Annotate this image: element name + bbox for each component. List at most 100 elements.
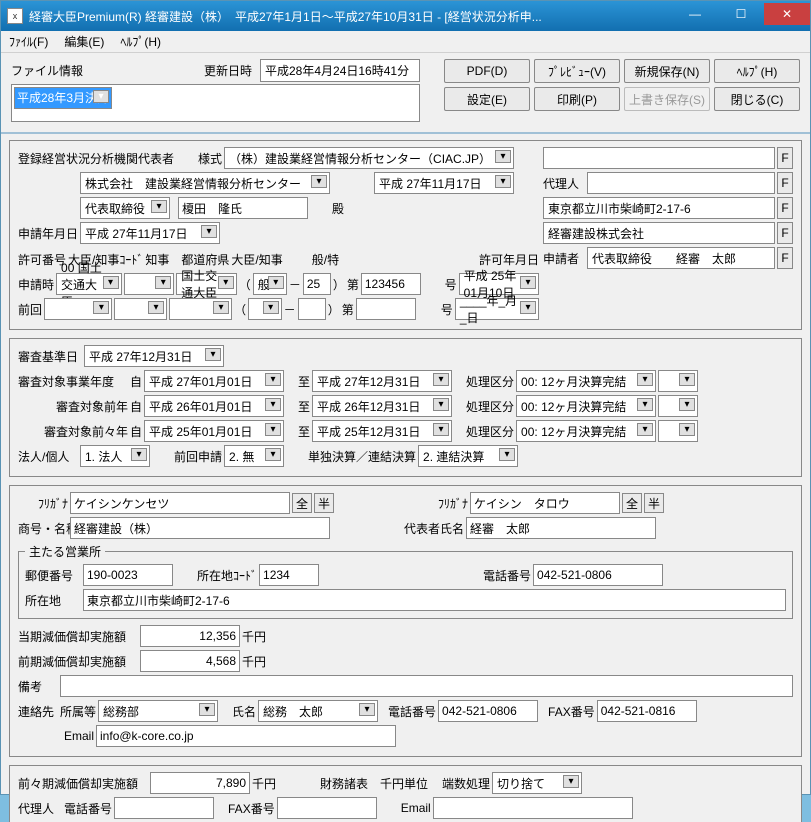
close-button[interactable]: ✕ [764,3,810,25]
minister-label: 大臣/知事 [231,251,309,268]
r-f5[interactable]: F [777,247,793,269]
agent-fax-input[interactable] [277,797,377,819]
loc-code-label: 所在地ｺｰﾄﾞ [197,567,257,584]
app-prefecture[interactable] [124,273,175,295]
zip-input[interactable] [83,564,173,586]
zen-btn1[interactable]: 全 [292,493,312,513]
close-form-button[interactable]: 閉じる(C) [714,87,800,111]
help-button[interactable]: ﾍﾙﾌﾟ(H) [714,59,800,83]
note-input[interactable] [60,675,793,697]
y2-to[interactable]: 平成 25年12月31日 [312,420,452,442]
app-date-select[interactable]: 平成 27年11月17日 [80,222,220,244]
y1-to[interactable]: 平成 26年12月31日 [312,395,452,417]
consol-select[interactable]: 2. 連結決算 [418,445,518,467]
loc-input[interactable] [83,589,786,611]
menu-file[interactable]: ﾌｧｲﾙ(F) [5,31,52,52]
app-general[interactable]: 般 [253,273,287,295]
r-f4[interactable]: F [777,222,793,244]
dept-select[interactable]: 総務部 [98,700,218,722]
prev-general[interactable] [248,298,282,320]
r-address[interactable]: 東京都立川市柴崎町2-17-6 [543,197,775,219]
prev-minister[interactable] [169,298,232,320]
consol-label: 単独決算／連結決算 [308,448,416,465]
rep-name-input2[interactable] [466,517,656,539]
window-title: 経審大臣Premium(R) 経審建設（株） 平成27年1月1日～平成27年10… [29,8,672,25]
r-f1[interactable]: F [777,147,793,169]
dep3-input[interactable] [150,772,250,794]
r-blank1[interactable] [543,147,775,169]
ctel-input[interactable] [438,700,538,722]
fax-input[interactable] [597,700,697,722]
tel-input[interactable] [533,564,663,586]
settings-button[interactable]: 設定(E) [444,87,530,111]
corp-select[interactable]: 1. 法人 [80,445,150,467]
r-f2[interactable]: F [777,172,793,194]
r-rep[interactable]: 代表取締役 経審 太郎 [587,247,775,269]
han-btn2[interactable]: 半 [644,493,664,513]
han-btn1[interactable]: 半 [314,493,334,513]
file-list[interactable]: 平成28年3月決算 [11,84,420,122]
prev-prefecture[interactable] [114,298,167,320]
y0-extra[interactable] [658,370,698,392]
dep2-input[interactable] [140,650,240,672]
minimize-button[interactable]: — [672,3,718,25]
prev-app-select[interactable]: 2. 無 [224,445,284,467]
titlebar: x 経審大臣Premium(R) 経審建設（株） 平成27年1月1日～平成27年… [1,1,810,31]
prev-minister-code[interactable] [44,298,112,320]
r-company[interactable]: 経審建設株式会社 [543,222,775,244]
y2-extra[interactable] [658,420,698,442]
date1-select[interactable]: 平成 27年11月17日 [374,172,514,194]
print-button[interactable]: 印刷(P) [534,87,620,111]
app-minister[interactable]: 国土交通大臣 [176,273,237,295]
email-input[interactable] [96,725,396,747]
maximize-button[interactable]: ☐ [718,3,764,25]
title-select[interactable]: 代表取締役 [80,197,170,219]
app-minister-code[interactable]: 00 国土交通大臣 [56,273,122,295]
prev-permit-date[interactable]: ____年_月_日 [455,298,539,320]
r-agent[interactable] [587,172,775,194]
agent-tel-input[interactable] [114,797,214,819]
y2-from[interactable]: 平成 25年01月01日 [144,420,284,442]
app-no-a[interactable] [303,273,331,295]
y0-proc[interactable]: 00: 12ヶ月決算完結 [516,370,656,392]
rep-name-input[interactable] [178,197,308,219]
file-info-label: ファイル情報 [11,62,204,79]
y0-to[interactable]: 平成 27年12月31日 [312,370,452,392]
menu-help[interactable]: ﾍﾙﾌﾟ(H) [116,31,165,52]
prev-no-a[interactable] [298,298,326,320]
round-label: 端数処理 [442,775,490,792]
base-date[interactable]: 平成 27年12月31日 [84,345,224,367]
reg-org-label: 登録経営状況分析機関代表者 [18,150,174,167]
rep-furigana-input[interactable] [470,492,620,514]
update-time-label: 更新日時 [204,62,252,79]
agent-email-input[interactable] [433,797,633,819]
y2-proc[interactable]: 00: 12ヶ月決算完結 [516,420,656,442]
agent-label: 代理人 [543,175,585,192]
round-select[interactable]: 切り捨て [492,772,582,794]
pdf-button[interactable]: PDF(D) [444,59,530,83]
y1-proc[interactable]: 00: 12ヶ月決算完結 [516,395,656,417]
org-company-select[interactable]: 株式会社 建設業経営情報分析センター [80,172,330,194]
app-icon: x [7,8,23,24]
y0-label: 審査対象事業年度 [18,373,128,390]
tel-label: 電話番号 [483,567,531,584]
y1-from[interactable]: 平成 26年01月01日 [144,395,284,417]
zen-btn2[interactable]: 全 [622,493,642,513]
app-no-b[interactable] [361,273,421,295]
y0-from[interactable]: 平成 27年01月01日 [144,370,284,392]
preview-button[interactable]: ﾌﾟﾚﾋﾞｭｰ(V) [534,59,620,83]
loc-code-input[interactable] [259,564,319,586]
y1-label: 審査対象前年 [18,398,128,415]
style-select[interactable]: （株）建設業経営情報分析センター（CIAC.JP） [224,147,514,169]
r-f3[interactable]: F [777,197,793,219]
name-input[interactable] [70,517,330,539]
dep1-input[interactable] [140,625,240,647]
furigana-input[interactable] [70,492,290,514]
save-new-button[interactable]: 新規保存(N) [624,59,710,83]
cname-select[interactable]: 総務 太郎 [258,700,378,722]
menu-edit[interactable]: 編集(E) [60,31,108,52]
file-list-selected[interactable]: 平成28年3月決算 [14,87,112,109]
app-date-label: 申請年月日 [18,225,78,242]
y1-extra[interactable] [658,395,698,417]
prev-no-b[interactable] [356,298,416,320]
